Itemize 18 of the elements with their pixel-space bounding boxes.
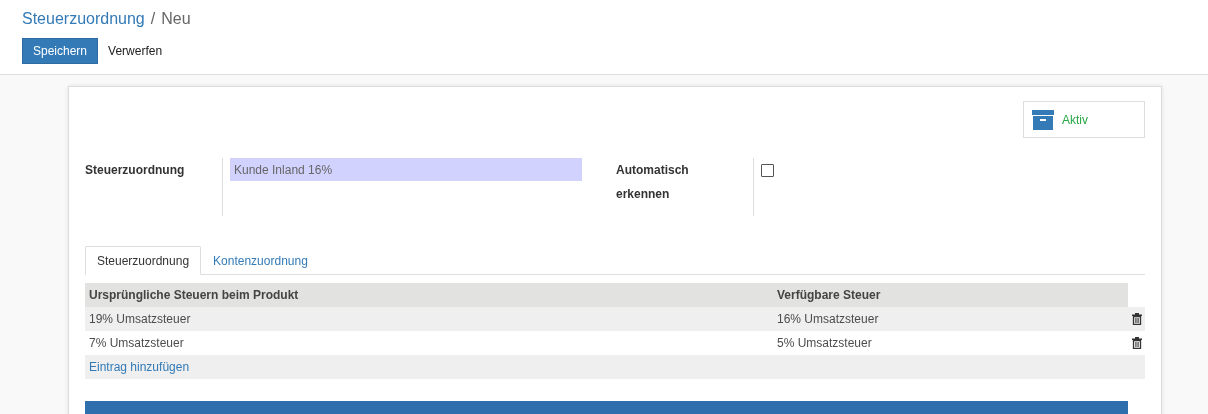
input-field[interactable]: Kunde Inland 16% bbox=[230, 158, 582, 181]
save-button[interactable]: Speichern bbox=[22, 38, 99, 64]
table-cell-text: 19% Umsatzsteuer bbox=[88, 312, 192, 326]
field-label: Steuerzuordnung bbox=[85, 162, 186, 179]
active-toggle-button[interactable]: Aktiv bbox=[1023, 101, 1145, 138]
table-cell-text: 5% Umsatzsteuer bbox=[776, 336, 873, 350]
discard-button[interactable]: Verwerfen bbox=[98, 38, 173, 64]
column-header: Verfügbare Steuer bbox=[776, 288, 882, 302]
breadcrumb-separator: / bbox=[150, 10, 156, 29]
breadcrumb-current: Neu bbox=[161, 10, 191, 29]
breadcrumb-link[interactable]: Steuerzuordnung bbox=[22, 10, 145, 38]
add-entry-link[interactable]: Eintrag hinzufügen bbox=[85, 360, 190, 374]
field-label: Automatisch erkennen bbox=[616, 162, 690, 203]
table-cell-text: 16% Umsatzsteuer bbox=[776, 312, 880, 326]
column-header: Ursprüngliche Steuern beim Produkt bbox=[88, 288, 300, 302]
tab[interactable]: Steuerzuordnung bbox=[85, 246, 202, 275]
table-cell-text: 7% Umsatzsteuer bbox=[88, 336, 185, 350]
tab[interactable]: Kontenzuordnung bbox=[201, 246, 320, 275]
